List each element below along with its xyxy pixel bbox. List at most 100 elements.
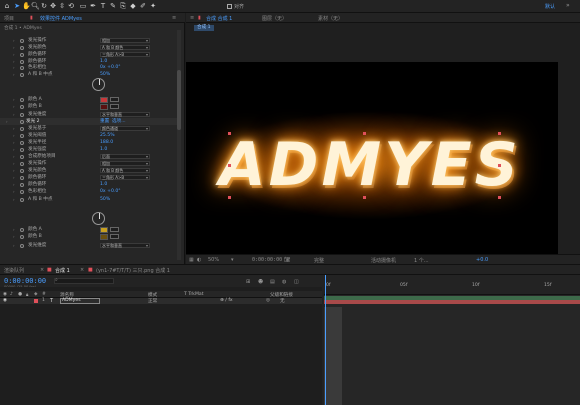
viewer-timecode[interactable]: 0:00:00:00 xyxy=(252,257,282,263)
parent-select[interactable]: 无 xyxy=(280,298,285,304)
disclosure-icon[interactable]: › xyxy=(13,167,15,174)
stopwatch-icon[interactable] xyxy=(20,154,24,159)
angle-dial[interactable] xyxy=(92,212,105,225)
pan-icon[interactable]: ✥ xyxy=(49,2,57,10)
panel-menu-icon[interactable]: ≡ xyxy=(190,15,194,21)
disclosure-icon[interactable]: › xyxy=(13,160,15,167)
options-link[interactable]: 选项... xyxy=(112,118,126,125)
panel-menu-icon[interactable]: ≡ xyxy=(172,15,176,21)
search-input[interactable] xyxy=(54,278,114,284)
effect-dropdown[interactable]: 水平和垂直 xyxy=(100,112,150,117)
effect-dropdown[interactable]: 相加 xyxy=(100,38,150,43)
clone-icon[interactable]: ⎘ xyxy=(119,2,127,10)
quality-select[interactable]: 完整 xyxy=(314,257,324,264)
stopwatch-icon[interactable] xyxy=(20,126,24,131)
disclosure-icon[interactable]: › xyxy=(13,64,15,71)
disclosure-icon[interactable]: › xyxy=(13,146,15,153)
stopwatch-icon[interactable] xyxy=(20,234,24,239)
disclosure-icon[interactable]: › xyxy=(13,111,15,118)
disclosure-icon[interactable]: › xyxy=(13,139,15,146)
home-icon[interactable]: ⌂ xyxy=(3,2,11,10)
reset-link[interactable]: 重置 xyxy=(100,118,109,125)
disclosure-icon[interactable]: › xyxy=(13,103,15,110)
color-swatch[interactable] xyxy=(100,96,108,103)
brush-icon[interactable]: ✎ xyxy=(109,2,117,10)
eyedropper-icon[interactable] xyxy=(110,227,119,232)
tab-project[interactable]: 项目 xyxy=(4,15,14,22)
stopwatch-icon[interactable] xyxy=(20,227,24,232)
eraser-icon[interactable]: ◆ xyxy=(129,2,137,10)
scrollbar-thumb[interactable] xyxy=(177,70,181,130)
pen-icon[interactable]: ✒ xyxy=(89,2,97,10)
angle-dial[interactable] xyxy=(92,78,105,91)
stopwatch-icon[interactable] xyxy=(20,65,24,70)
close-icon[interactable]: × xyxy=(40,267,44,273)
zoom-icon[interactable]: 🔍︎ xyxy=(31,2,40,10)
disclosure-icon[interactable]: › xyxy=(13,181,15,188)
table-row[interactable]: ◉ 1 T ADMyes 正常 ⊕ ∕ fx ◎ 无 xyxy=(0,298,322,304)
stopwatch-icon[interactable] xyxy=(20,104,24,109)
color-swatch[interactable] xyxy=(100,103,108,110)
disclosure-icon[interactable]: › xyxy=(13,71,15,78)
tab-effect-controls[interactable]: 效果控件 ADMyes xyxy=(40,15,82,22)
transform-handle[interactable] xyxy=(498,164,501,167)
trkmat-header[interactable]: T TrkMat xyxy=(184,292,204,297)
stopwatch-icon[interactable] xyxy=(20,189,24,194)
effect-dropdown[interactable]: 三角形 A>B xyxy=(100,52,150,57)
comp-chip[interactable]: 合成 1 xyxy=(194,25,214,31)
snap-checkbox[interactable] xyxy=(227,4,232,9)
disclosure-icon[interactable]: › xyxy=(13,174,15,181)
effect-value[interactable]: 1.0 xyxy=(100,146,107,153)
disclosure-icon[interactable]: › xyxy=(13,188,15,195)
transform-handle[interactable] xyxy=(228,132,231,135)
eye-icon[interactable]: ◉ xyxy=(3,298,7,303)
orbit-icon[interactable]: ↻ xyxy=(40,2,48,10)
color-swatch[interactable] xyxy=(100,233,108,240)
stopwatch-icon[interactable] xyxy=(20,175,24,180)
effect-dropdown[interactable]: A 和 B 颜色 xyxy=(100,45,150,50)
disclosure-icon[interactable]: › xyxy=(13,96,15,103)
transform-handle[interactable] xyxy=(363,196,366,199)
layer-mode-select[interactable]: 正常 xyxy=(148,298,157,304)
scrollbar[interactable] xyxy=(177,30,181,260)
disclosure-icon[interactable]: › xyxy=(13,242,15,249)
effect-value[interactable]: 188.0 xyxy=(100,139,113,146)
tab-composition[interactable]: 合成 合成 1 xyxy=(206,15,232,22)
stopwatch-icon[interactable] xyxy=(20,45,24,50)
stopwatch-icon[interactable] xyxy=(20,140,24,145)
layer-duration-bar[interactable] xyxy=(324,300,580,304)
disclosure-icon[interactable]: › xyxy=(13,37,15,44)
stopwatch-icon[interactable] xyxy=(20,147,24,152)
stopwatch-icon[interactable] xyxy=(20,168,24,173)
text-icon[interactable]: T xyxy=(99,2,107,10)
exposure-value[interactable]: +0.0 xyxy=(476,257,488,263)
dolly-icon[interactable]: ⇳ xyxy=(58,2,66,10)
stopwatch-icon[interactable] xyxy=(20,119,24,124)
rotate-icon[interactable]: ⟲ xyxy=(67,2,75,10)
effect-dropdown[interactable]: 相加 xyxy=(100,161,150,166)
disclosure-icon[interactable]: › xyxy=(6,118,8,125)
stopwatch-icon[interactable] xyxy=(20,197,24,202)
roto-icon[interactable]: ✐ xyxy=(139,2,147,10)
disclosure-icon[interactable]: › xyxy=(13,233,15,240)
label-color-icon[interactable] xyxy=(34,299,38,303)
stopwatch-icon[interactable] xyxy=(20,72,24,77)
select-icon[interactable]: ➤ xyxy=(13,2,21,10)
eyedropper-icon[interactable] xyxy=(110,104,119,109)
draft-3d-icon[interactable]: ⊞ xyxy=(246,279,250,285)
chevron-right-icon[interactable]: » xyxy=(566,2,570,9)
hand-icon[interactable]: ✋ xyxy=(22,2,31,10)
stopwatch-icon[interactable] xyxy=(20,52,24,57)
stopwatch-icon[interactable] xyxy=(20,112,24,117)
effect-dropdown[interactable]: 后面 xyxy=(100,154,150,159)
effect-value[interactable]: 50% xyxy=(100,196,110,203)
disclosure-icon[interactable]: › xyxy=(13,196,15,203)
stopwatch-icon[interactable] xyxy=(20,133,24,138)
disclosure-icon[interactable]: › xyxy=(13,125,15,132)
title-text-layer[interactable]: ADMYES xyxy=(200,120,540,210)
effect-value[interactable]: 50% xyxy=(100,71,110,78)
frame-blend-icon[interactable]: ▤ xyxy=(270,279,275,285)
stopwatch-icon[interactable] xyxy=(20,59,24,64)
shy-icon[interactable]: ☻ xyxy=(258,279,263,285)
grid-icon[interactable]: ▦ xyxy=(189,257,194,263)
